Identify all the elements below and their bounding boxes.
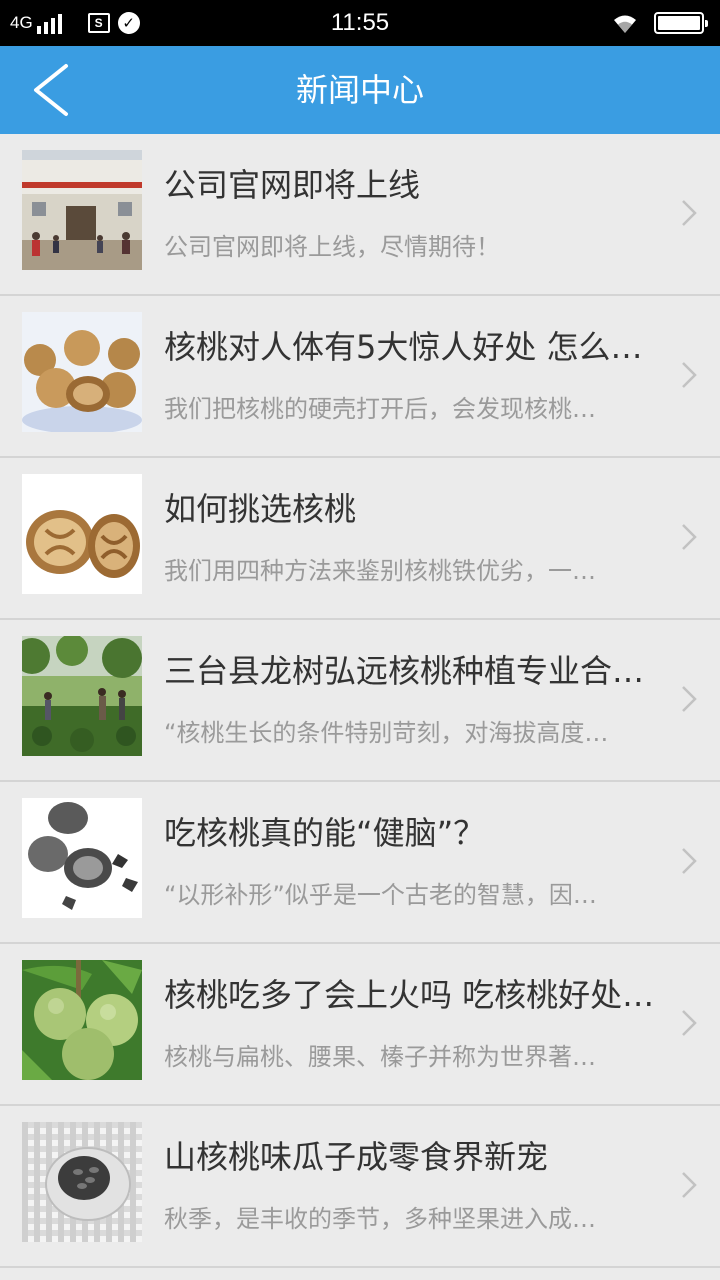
news-list: 公司官网即将上线 公司官网即将上线，尽情期待！ 核桃对人体有5大惊人好处 怎么…… [0, 134, 720, 1268]
news-thumbnail [22, 636, 142, 756]
chevron-right-icon [682, 848, 697, 874]
app-header: 新闻中心 [0, 46, 720, 134]
news-item[interactable]: 核桃对人体有5大惊人好处 怎么… 我们把核桃的硬壳打开后，会发现核桃… [0, 296, 720, 458]
news-title: 核桃对人体有5大惊人好处 怎么… [164, 328, 643, 366]
news-summary: 我们把核桃的硬壳打开后，会发现核桃… [164, 395, 596, 423]
news-item[interactable]: 三台县龙树弘远核桃种植专业合… “核桃生长的条件特别苛刻，对海拔高度… [0, 620, 720, 782]
news-thumbnail [22, 1122, 142, 1242]
news-item[interactable]: 公司官网即将上线 公司官网即将上线，尽情期待！ [0, 134, 720, 296]
news-thumbnail [22, 312, 142, 432]
news-summary: 核桃与扁桃、腰果、榛子并称为世界著… [164, 1043, 596, 1071]
chevron-right-icon [682, 524, 697, 550]
news-title: 核桃吃多了会上火吗 吃核桃好处… [164, 976, 655, 1014]
news-title: 三台县龙树弘远核桃种植专业合… [164, 652, 645, 690]
chevron-right-icon [682, 362, 697, 388]
chevron-right-icon [682, 200, 697, 226]
wifi-icon [614, 15, 636, 33]
chevron-right-icon [682, 1172, 697, 1198]
news-thumbnail [22, 474, 142, 594]
news-thumbnail [22, 960, 142, 1080]
news-summary: 公司官网即将上线，尽情期待！ [164, 233, 500, 261]
chevron-right-icon [682, 1010, 697, 1036]
chevron-right-icon [682, 686, 697, 712]
page-title: 新闻中心 [295, 71, 424, 109]
news-thumbnail [22, 798, 142, 918]
news-title: 公司官网即将上线 [164, 166, 421, 204]
news-summary: 秋季，是丰收的季节，多种坚果进入成… [164, 1205, 596, 1233]
news-summary: 我们用四种方法来鉴别核桃铁优劣，一… [164, 557, 596, 585]
battery-icon [654, 12, 708, 34]
news-item[interactable]: 如何挑选核桃 我们用四种方法来鉴别核桃铁优劣，一… [0, 458, 720, 620]
news-summary: “以形补形”似乎是一个古老的智慧，因… [164, 881, 597, 909]
battery-level [658, 16, 700, 30]
news-item[interactable]: 核桃吃多了会上火吗 吃核桃好处… 核桃与扁桃、腰果、榛子并称为世界著… [0, 944, 720, 1106]
news-item[interactable]: 山核桃味瓜子成零食界新宠 秋季，是丰收的季节，多种坚果进入成… [0, 1106, 720, 1268]
news-title: 吃核桃真的能“健脑”？ [164, 814, 486, 852]
news-thumbnail [22, 150, 142, 270]
news-summary: “核桃生长的条件特别苛刻，对海拔高度… [164, 719, 609, 747]
status-bar: 4G S ✓ 11:55 [0, 0, 720, 46]
news-item[interactable]: 吃核桃真的能“健脑”？ “以形补形”似乎是一个古老的智慧，因… [0, 782, 720, 944]
news-title: 如何挑选核桃 [164, 490, 357, 528]
news-title: 山核桃味瓜子成零食界新宠 [164, 1138, 549, 1176]
